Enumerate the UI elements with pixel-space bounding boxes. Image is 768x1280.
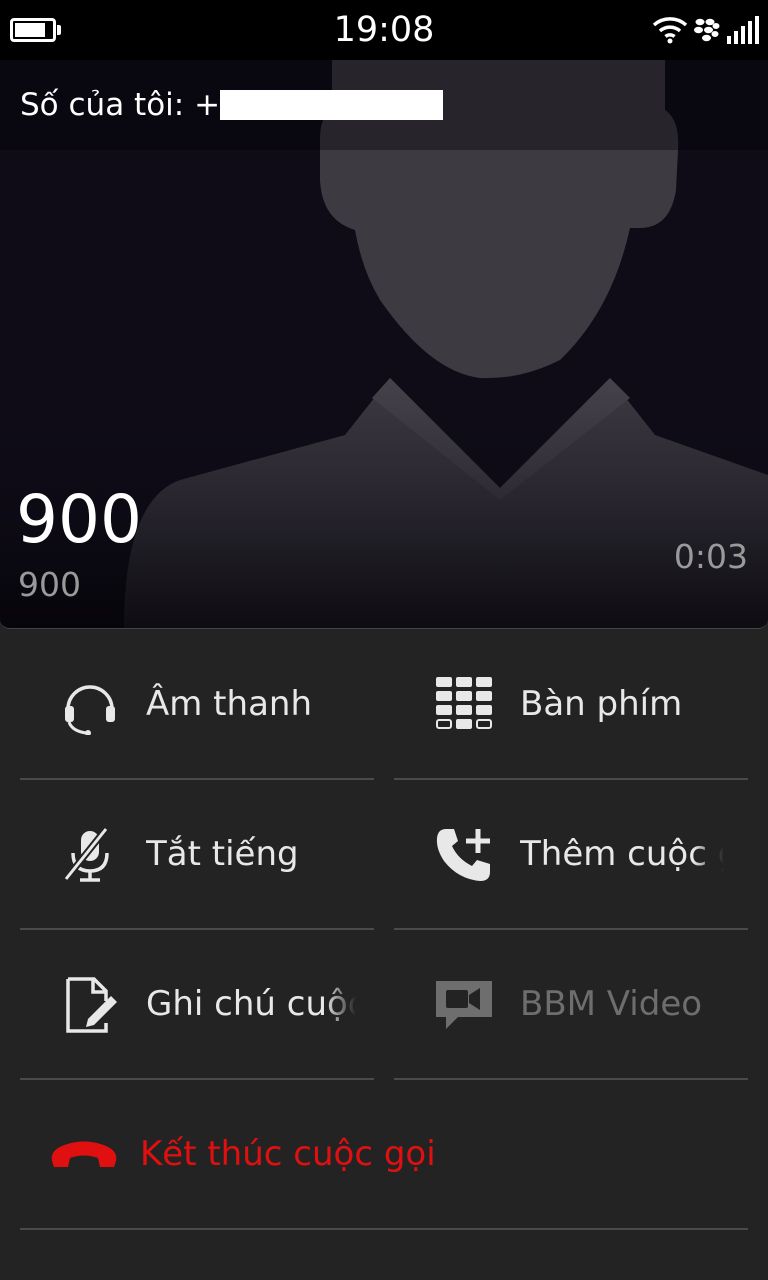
add-call-icon [436, 829, 490, 881]
bbm-video-label: BBM Video [520, 984, 703, 1024]
redacted-number [220, 90, 443, 120]
call-notes-label: Ghi chú cuộc gọi [146, 984, 356, 1024]
mute-label: Tắt tiếng [146, 834, 299, 874]
bbm-video-button[interactable]: BBM Video [394, 930, 748, 1080]
video-chat-icon [436, 981, 492, 1029]
blackberry-icon [694, 18, 720, 42]
mic-muted-icon [63, 826, 109, 882]
mute-button[interactable]: Tắt tiếng [20, 780, 374, 930]
status-icons [652, 14, 760, 46]
signal-icon [727, 16, 759, 44]
audio-button[interactable]: Âm thanh [20, 630, 374, 780]
my-number-bar: Số của tôi: + [0, 60, 768, 150]
call-timer: 0:03 [673, 537, 748, 576]
keypad-label: Bàn phím [520, 684, 683, 724]
call-notes-button[interactable]: Ghi chú cuộc gọi [20, 930, 374, 1080]
add-call-button[interactable]: Thêm cuộc gọi [394, 780, 748, 930]
note-edit-icon [66, 977, 117, 1033]
keypad-button[interactable]: Bàn phím [394, 630, 748, 780]
hang-up-icon [51, 1141, 117, 1167]
add-call-label: Thêm cuộc gọi [520, 834, 724, 874]
wifi-icon [652, 17, 688, 44]
caller-area: Số của tôi: + 900 900 0:03 [0, 60, 768, 629]
end-call-label: Kết thúc cuộc gọi [140, 1134, 436, 1174]
status-bar: 19:08 [0, 0, 768, 60]
audio-label: Âm thanh [146, 684, 312, 724]
caller-number: 900 [18, 565, 81, 604]
end-call-button[interactable]: Kết thúc cuộc gọi [20, 1080, 748, 1230]
caller-name: 900 [16, 481, 142, 558]
keypad-icon [436, 677, 492, 729]
call-screen: 19:08 Số của tôi: + 900 900 0:03 Âm than… [0, 0, 768, 1280]
headset-icon [65, 685, 115, 735]
my-number-label: Số của tôi: + [20, 87, 221, 123]
